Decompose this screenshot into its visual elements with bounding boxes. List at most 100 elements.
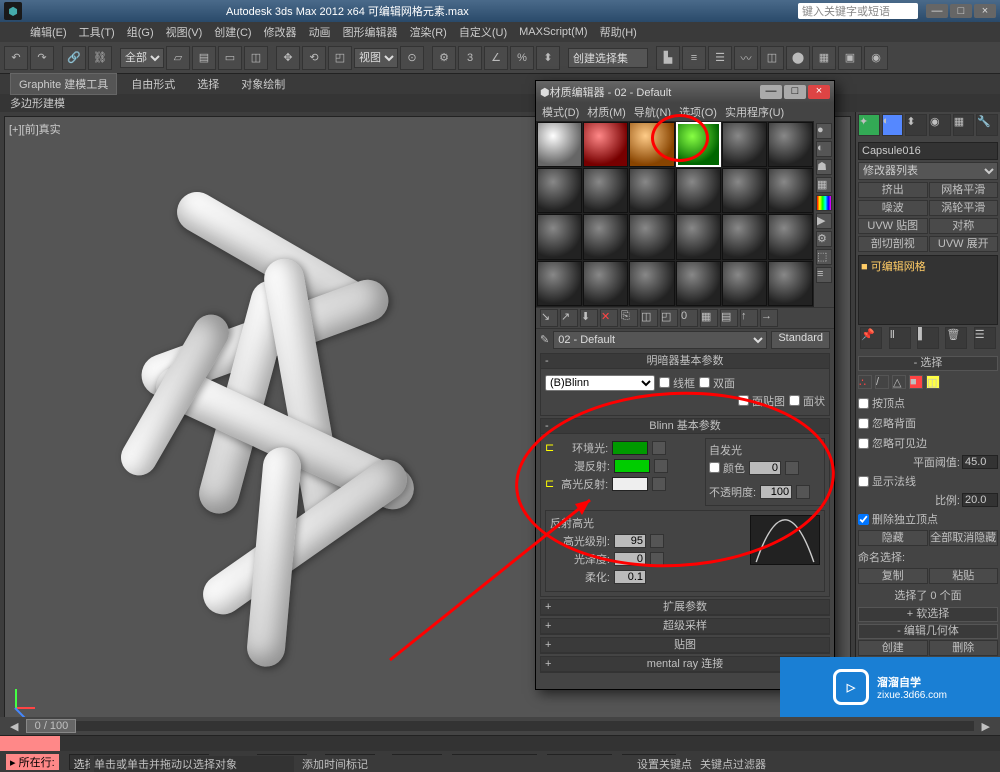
spec-level-spinner[interactable] — [614, 534, 646, 548]
spec-level-map-button[interactable] — [650, 534, 664, 548]
mod-btn-5[interactable]: 对称 — [929, 218, 999, 234]
gloss-map-button[interactable] — [650, 552, 664, 566]
menu-help[interactable]: 帮助(H) — [600, 24, 637, 40]
mod-btn-7[interactable]: UVW 展开 — [929, 236, 999, 252]
move-button[interactable]: ✥ — [276, 46, 300, 70]
unlink-button[interactable]: ⛓ — [88, 46, 112, 70]
mod-btn-4[interactable]: UVW 贴图 — [858, 218, 928, 234]
mat-id-icon[interactable]: 0 — [680, 309, 698, 327]
edge-sub-icon[interactable]: / — [875, 375, 889, 389]
show-in-vp-icon[interactable]: ▦ — [700, 309, 718, 327]
delete-geo-button[interactable]: 删除 — [929, 640, 999, 656]
rollout-shader[interactable]: -明暗器基本参数 — [541, 354, 829, 369]
menu-maxscript[interactable]: MAXScript(M) — [519, 26, 587, 38]
stack-item[interactable]: ■ 可编辑网格 — [861, 258, 995, 274]
lock-specular-icon[interactable]: ⊏ — [545, 477, 554, 490]
mod-btn-6[interactable]: 剖切剖视 — [858, 236, 928, 252]
hierarchy-tab-icon[interactable]: ⬍ — [905, 114, 927, 136]
chk-by-vertex[interactable] — [858, 398, 869, 409]
specular-swatch[interactable] — [612, 477, 648, 491]
mod-btn-0[interactable]: 挤出 — [858, 182, 928, 198]
material-slot[interactable] — [722, 122, 767, 167]
ribbon-polymodel[interactable]: 多边形建模 — [10, 95, 65, 111]
mod-btn-3[interactable]: 涡轮平滑 — [929, 200, 999, 216]
element-sub-icon[interactable]: ◫ — [926, 375, 940, 389]
chk-facemap[interactable] — [738, 395, 749, 406]
matmenu-options[interactable]: 选项(O) — [679, 104, 717, 120]
chk-ignore-backface[interactable] — [858, 418, 869, 429]
schematic-button[interactable]: ◫ — [760, 46, 784, 70]
material-slot[interactable] — [583, 168, 628, 213]
undo-button[interactable]: ↶ — [4, 46, 28, 70]
get-material-icon[interactable]: ↘ — [540, 309, 558, 327]
assign-icon[interactable]: ⬇ — [580, 309, 598, 327]
track-bar[interactable] — [0, 735, 1000, 751]
tab-graphite[interactable]: Graphite 建模工具 — [10, 73, 117, 95]
material-slot[interactable] — [629, 214, 674, 259]
menu-customize[interactable]: 自定义(U) — [459, 24, 507, 40]
material-slot[interactable] — [768, 214, 813, 259]
rotate-button[interactable]: ⟲ — [302, 46, 326, 70]
link-button[interactable]: 🔗 — [62, 46, 86, 70]
material-slot[interactable] — [768, 168, 813, 213]
opacity-map-button[interactable] — [796, 485, 810, 499]
spinner-snap-button[interactable]: ⬍ — [536, 46, 560, 70]
minimize-button[interactable]: — — [926, 4, 948, 18]
rollout-extended[interactable]: +扩展参数 — [541, 600, 829, 615]
tab-freeform[interactable]: 自由形式 — [123, 74, 183, 94]
time-thumb[interactable]: 0 / 100 — [26, 719, 76, 733]
render-frame-button[interactable]: ▣ — [838, 46, 862, 70]
mod-btn-2[interactable]: 噪波 — [858, 200, 928, 216]
rollout-editgeo[interactable]: - 编辑几何体 — [858, 624, 998, 639]
opacity-spinner[interactable] — [760, 485, 792, 499]
menu-animation[interactable]: 动画 — [309, 24, 331, 40]
put-to-scene-icon[interactable]: ↗ — [560, 309, 578, 327]
preview-icon[interactable]: ▶ — [816, 213, 832, 229]
material-slot[interactable] — [676, 214, 721, 259]
window-crossing-button[interactable]: ◫ — [244, 46, 268, 70]
select-name-button[interactable]: ▤ — [192, 46, 216, 70]
dialog-min-button[interactable]: — — [760, 85, 782, 99]
chk-2side[interactable] — [699, 377, 710, 388]
selfillum-map-button[interactable] — [785, 461, 799, 475]
shader-select[interactable]: (B)Blinn — [545, 375, 655, 391]
modifier-list[interactable]: 修改器列表 — [858, 162, 998, 180]
rollout-blinn[interactable]: -Blinn 基本参数 — [541, 419, 829, 434]
rollout-softsel[interactable]: + 软选择 — [858, 607, 998, 622]
background-icon[interactable]: ☗ — [816, 159, 832, 175]
make-copy-icon[interactable]: ⎘ — [620, 309, 638, 327]
create-tab-icon[interactable]: ✦ — [858, 114, 880, 136]
material-slot[interactable] — [537, 168, 582, 213]
show-result-icon[interactable]: Ⅱ — [889, 327, 911, 349]
align-button[interactable]: ≡ — [682, 46, 706, 70]
material-slot[interactable] — [768, 261, 813, 306]
material-slot[interactable] — [722, 168, 767, 213]
time-slider[interactable]: ◀ 0 / 100 ▶ — [0, 717, 1000, 735]
close-button[interactable]: × — [974, 4, 996, 18]
menu-graph[interactable]: 图形编辑器 — [343, 24, 398, 40]
planar-threshold-field[interactable] — [962, 455, 998, 469]
specular-map-button[interactable] — [652, 477, 666, 491]
material-slot[interactable] — [583, 261, 628, 306]
modifier-stack[interactable]: ■ 可编辑网格 — [858, 255, 998, 325]
layers-button[interactable]: ☰ — [708, 46, 732, 70]
modify-tab-icon[interactable]: ◐ — [882, 114, 904, 136]
ref-coord-select[interactable]: 视图 — [354, 48, 398, 68]
angle-snap-button[interactable]: ∠ — [484, 46, 508, 70]
menu-group[interactable]: 组(G) — [127, 24, 154, 40]
go-parent-icon[interactable]: ↑ — [740, 309, 758, 327]
matmenu-material[interactable]: 材质(M) — [587, 104, 626, 120]
options-icon[interactable]: ⚙ — [816, 231, 832, 247]
selfillum-spinner[interactable] — [749, 461, 781, 475]
setkey-button[interactable]: 设置关键点 — [637, 756, 692, 772]
redo-button[interactable]: ↷ — [30, 46, 54, 70]
normal-scale-field[interactable] — [962, 493, 998, 507]
tab-selection[interactable]: 选择 — [189, 74, 227, 94]
manipulate-button[interactable]: ⚙ — [432, 46, 456, 70]
menu-view[interactable]: 视图(V) — [166, 24, 203, 40]
backlight-icon[interactable]: ◐ — [816, 141, 832, 157]
remove-mod-icon[interactable]: 🗑 — [945, 327, 967, 349]
material-slot[interactable] — [583, 214, 628, 259]
menu-edit[interactable]: 编辑(E) — [30, 24, 67, 40]
matmenu-util[interactable]: 实用程序(U) — [725, 104, 784, 120]
